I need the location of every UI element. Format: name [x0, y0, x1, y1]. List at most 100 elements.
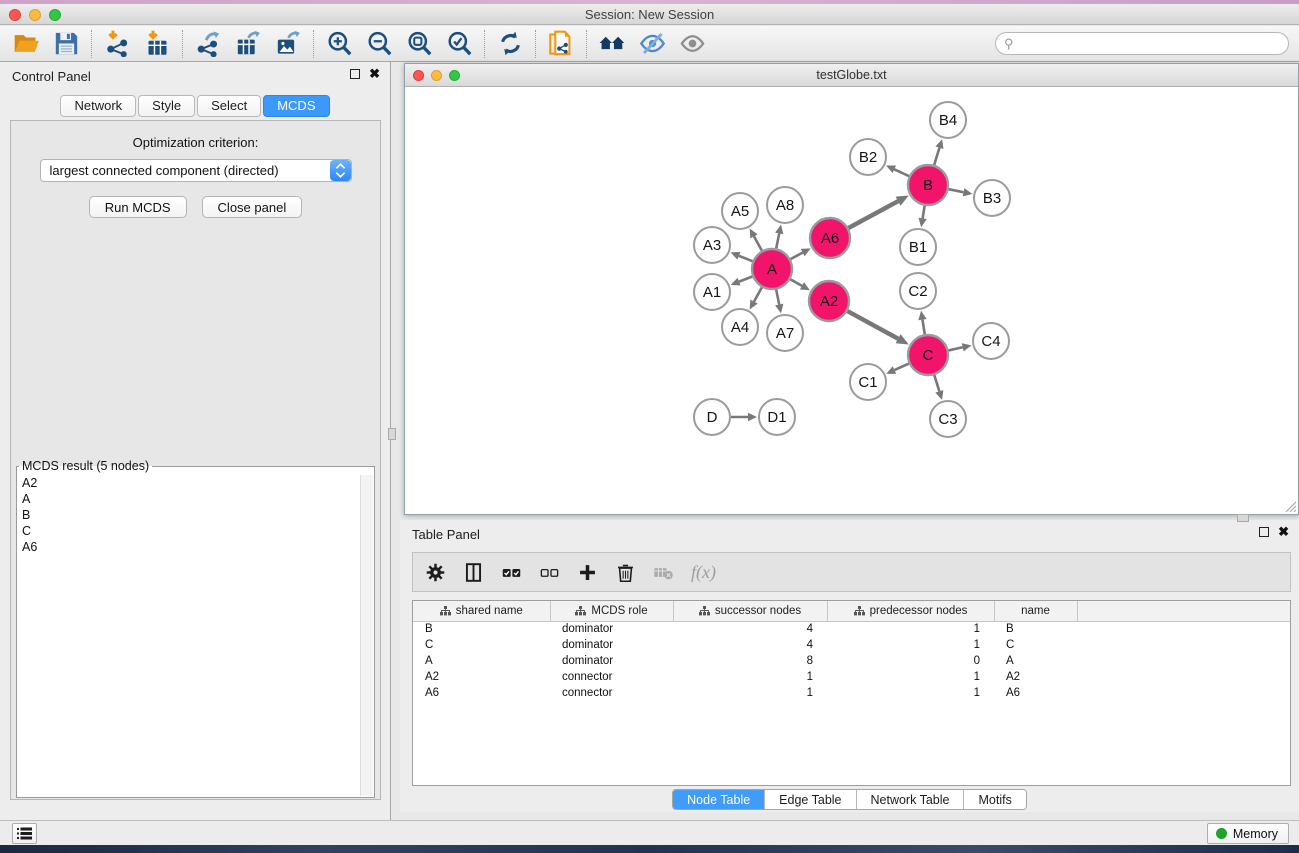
- graph-node-B2[interactable]: B2: [850, 139, 886, 175]
- graph-node-C1[interactable]: C1: [850, 364, 886, 400]
- edge-A2-C[interactable]: [847, 311, 908, 344]
- graph-node-B[interactable]: B: [908, 165, 948, 205]
- edge-A-A6[interactable]: [791, 248, 811, 259]
- edge-A-A8[interactable]: [775, 225, 783, 249]
- cell-MCDS-role[interactable]: dominator: [550, 621, 673, 637]
- show-columns-button[interactable]: [463, 562, 484, 583]
- graph-node-B4[interactable]: B4: [930, 102, 966, 138]
- close-panel-icon[interactable]: ✖: [1278, 527, 1289, 537]
- cell-shared-name[interactable]: C: [413, 637, 550, 653]
- edge-C-C2[interactable]: [918, 311, 926, 334]
- deselect-all-button[interactable]: [539, 562, 560, 583]
- hide-selected-button[interactable]: [632, 28, 672, 60]
- tab-node-table[interactable]: Node Table: [673, 790, 765, 809]
- close-window-button[interactable]: [9, 9, 21, 21]
- cell-predecessor-nodes[interactable]: 1: [827, 685, 994, 701]
- column-header-shared-name[interactable]: shared name: [413, 601, 550, 621]
- select-all-button[interactable]: [501, 562, 522, 583]
- edge-D-D1[interactable]: [731, 413, 757, 421]
- graph-node-D[interactable]: D: [694, 399, 730, 435]
- first-neighbors-button[interactable]: [592, 28, 632, 60]
- cell-successor-nodes[interactable]: 4: [673, 621, 827, 637]
- cell-predecessor-nodes[interactable]: 0: [827, 653, 994, 669]
- zoom-selected-button[interactable]: [439, 28, 479, 60]
- cell-predecessor-nodes[interactable]: 1: [827, 621, 994, 637]
- edge-A6-B[interactable]: [848, 195, 908, 228]
- close-panel-icon[interactable]: ✖: [369, 69, 380, 79]
- cell-MCDS-role[interactable]: connector: [550, 685, 673, 701]
- column-header-name[interactable]: name: [994, 601, 1077, 621]
- graph-node-B1[interactable]: B1: [900, 229, 936, 265]
- graph-node-A2[interactable]: A2: [809, 281, 849, 321]
- edge-A-A4[interactable]: [750, 287, 762, 309]
- cell-successor-nodes[interactable]: 1: [673, 669, 827, 685]
- horizontal-split-grip[interactable]: [1237, 514, 1249, 522]
- import-table-button[interactable]: [137, 28, 177, 60]
- column-header-successor-nodes[interactable]: successor nodes: [673, 601, 827, 621]
- minimize-window-button[interactable]: [29, 9, 41, 21]
- graph-node-A4[interactable]: A4: [722, 309, 758, 345]
- tab-motifs[interactable]: Motifs: [964, 790, 1025, 809]
- tab-select[interactable]: Select: [197, 95, 261, 117]
- cell-predecessor-nodes[interactable]: 1: [827, 669, 994, 685]
- close-network-window-button[interactable]: [413, 70, 424, 81]
- tab-network[interactable]: Network: [60, 95, 136, 117]
- edge-A-A1[interactable]: [731, 277, 753, 286]
- export-image-button[interactable]: [268, 28, 308, 60]
- cell-shared-name[interactable]: A2: [413, 669, 550, 685]
- graph-node-A8[interactable]: A8: [767, 187, 803, 223]
- tab-style[interactable]: Style: [138, 95, 195, 117]
- zoom-network-window-button[interactable]: [449, 70, 460, 81]
- export-table-button[interactable]: [228, 28, 268, 60]
- network-canvas[interactable]: B4B2BB3B1A5A8A6A3AA1A2A4A7C2C4CC1C3DD1: [405, 87, 1298, 514]
- window-resize-grip[interactable]: [1284, 500, 1297, 513]
- close-panel-button[interactable]: Close panel: [202, 196, 303, 218]
- cell-name[interactable]: A6: [994, 685, 1077, 701]
- graph-node-A5[interactable]: A5: [722, 193, 758, 229]
- edge-B-B3[interactable]: [949, 188, 973, 196]
- cell-successor-nodes[interactable]: 8: [673, 653, 827, 669]
- vertical-split-grip[interactable]: [388, 428, 396, 440]
- run-mcds-button[interactable]: Run MCDS: [89, 196, 187, 218]
- graph-node-A7[interactable]: A7: [767, 315, 803, 351]
- edge-B-B1[interactable]: [918, 206, 926, 228]
- table-row[interactable]: A2connector11A2: [413, 669, 1290, 685]
- edge-C-C1[interactable]: [886, 364, 909, 374]
- edge-A-A5[interactable]: [750, 229, 762, 251]
- table-row[interactable]: A6connector11A6: [413, 685, 1290, 701]
- tab-network-table[interactable]: Network Table: [857, 790, 965, 809]
- cell-name[interactable]: A: [994, 653, 1077, 669]
- edge-C-C3[interactable]: [934, 375, 943, 400]
- cell-MCDS-role[interactable]: dominator: [550, 637, 673, 653]
- graph-node-C4[interactable]: C4: [973, 323, 1009, 359]
- cell-name[interactable]: C: [994, 637, 1077, 653]
- edge-B-B4[interactable]: [934, 139, 943, 165]
- delete-row-button[interactable]: [615, 562, 636, 583]
- import-network-button[interactable]: [97, 28, 137, 60]
- save-session-button[interactable]: [46, 28, 86, 60]
- tab-mcds[interactable]: MCDS: [263, 95, 329, 117]
- graph-node-D1[interactable]: D1: [759, 399, 795, 435]
- column-header-predecessor-nodes[interactable]: predecessor nodes: [827, 601, 994, 621]
- minimize-network-window-button[interactable]: [431, 70, 442, 81]
- memory-button[interactable]: Memory: [1207, 823, 1289, 844]
- edge-B-B2[interactable]: [886, 165, 909, 176]
- cell-name[interactable]: B: [994, 621, 1077, 637]
- graph-node-A1[interactable]: A1: [694, 274, 730, 310]
- edge-C-C4[interactable]: [948, 343, 971, 351]
- export-network-button[interactable]: [188, 28, 228, 60]
- edge-A-A2[interactable]: [790, 279, 810, 290]
- cell-successor-nodes[interactable]: 4: [673, 637, 827, 653]
- graph-node-C[interactable]: C: [908, 335, 948, 375]
- edge-A-A3[interactable]: [731, 252, 753, 261]
- graph-node-B3[interactable]: B3: [974, 180, 1010, 216]
- table-settings-button[interactable]: [425, 562, 446, 583]
- cell-shared-name[interactable]: B: [413, 621, 550, 637]
- apply-layout-button[interactable]: [490, 28, 530, 60]
- graph-node-A[interactable]: A: [752, 249, 792, 289]
- zoom-window-button[interactable]: [49, 9, 61, 21]
- float-panel-icon[interactable]: [1259, 527, 1269, 537]
- tab-edge-table[interactable]: Edge Table: [765, 790, 856, 809]
- table-row[interactable]: Adominator80A: [413, 653, 1290, 669]
- zoom-fit-button[interactable]: [399, 28, 439, 60]
